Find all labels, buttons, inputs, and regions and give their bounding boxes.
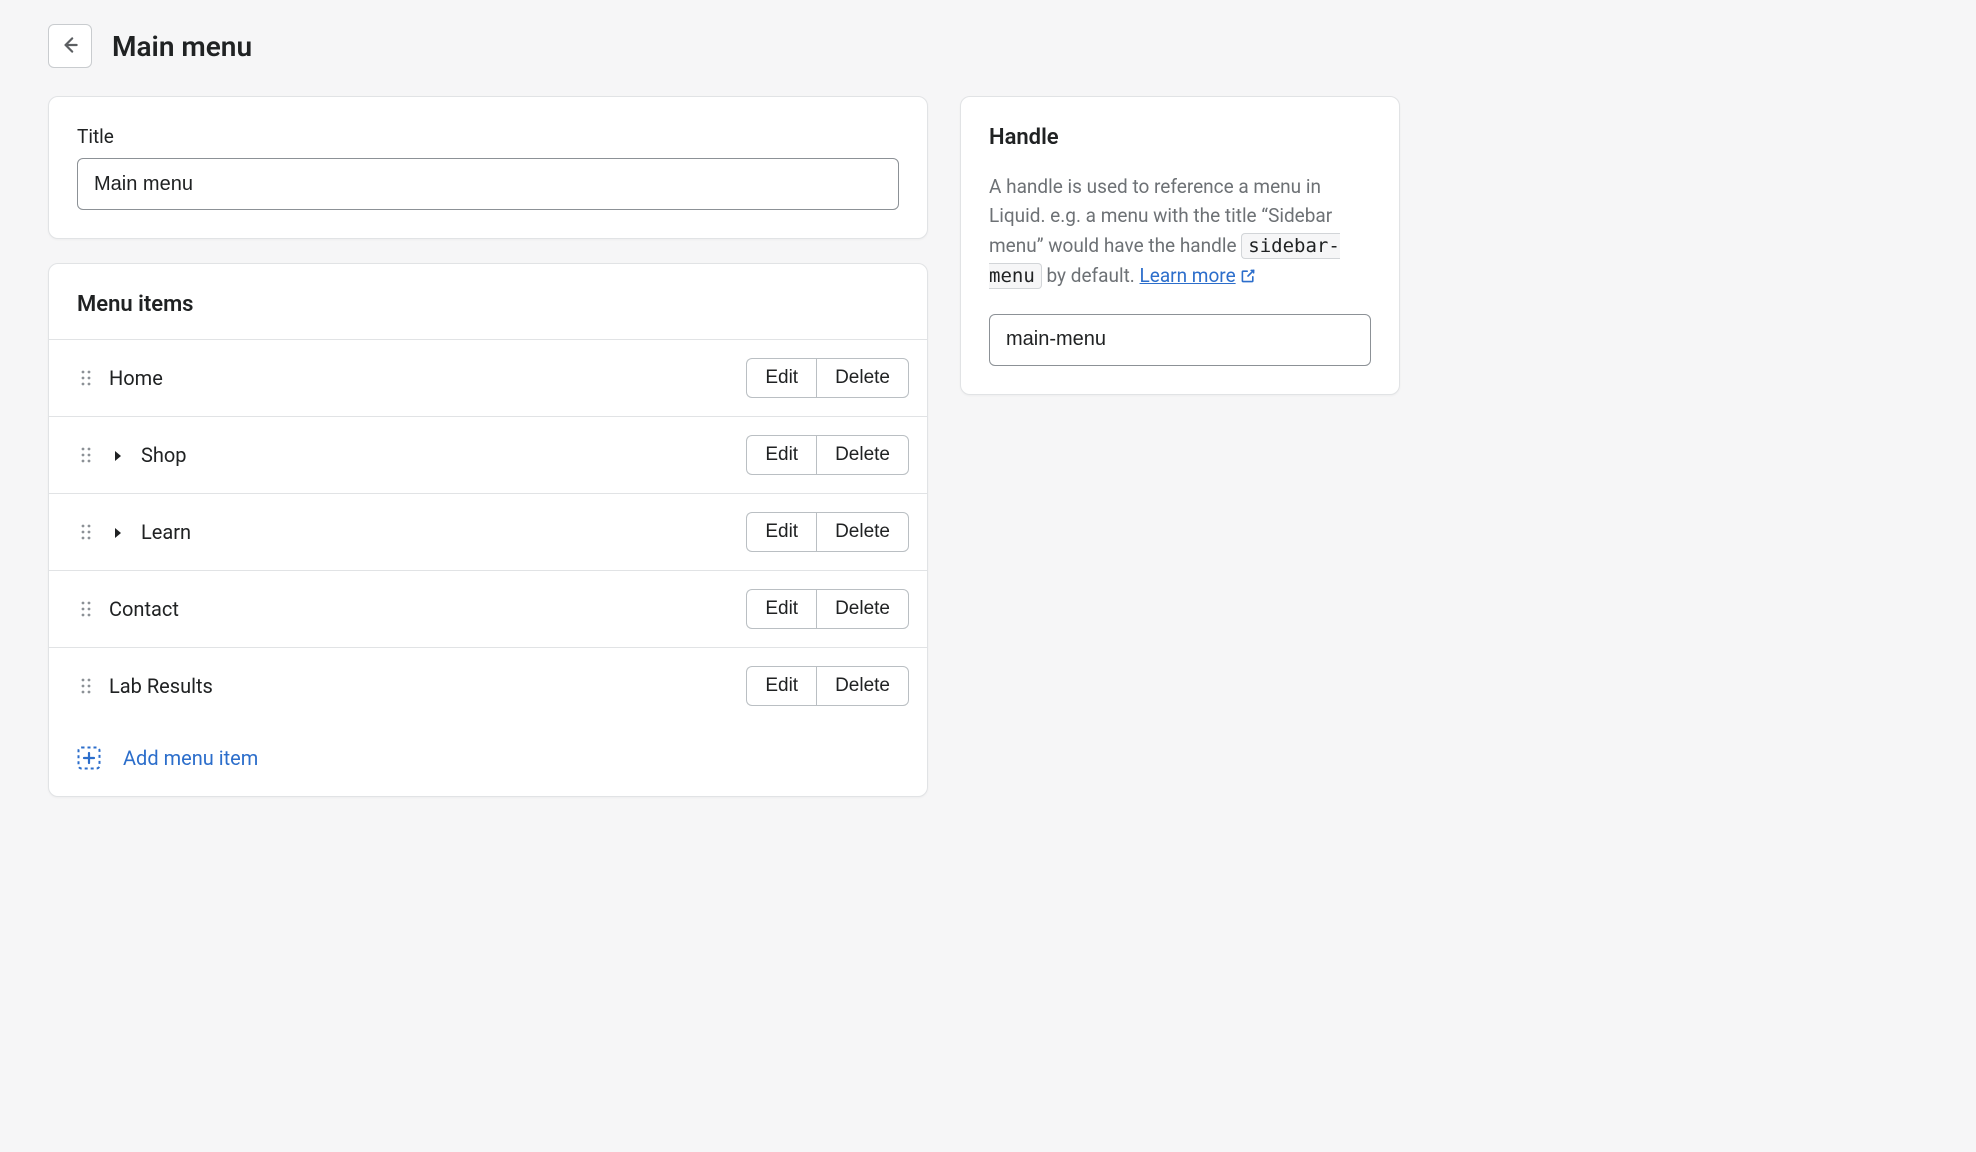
menu-item-actions: Edit Delete	[746, 666, 909, 706]
menu-item-name: Lab Results	[109, 674, 732, 698]
menu-item-actions: Edit Delete	[746, 589, 909, 629]
add-menu-item-label: Add menu item	[123, 746, 258, 770]
title-label: Title	[77, 125, 899, 148]
edit-button[interactable]: Edit	[746, 358, 816, 398]
menu-item-row: Learn Edit Delete	[49, 494, 927, 571]
menu-items-heading: Menu items	[49, 264, 927, 339]
delete-button[interactable]: Delete	[816, 435, 909, 475]
caret-right-icon	[113, 443, 123, 467]
menu-item-row: Shop Edit Delete	[49, 417, 927, 494]
menu-item-name: Contact	[109, 597, 732, 621]
handle-description: A handle is used to reference a menu in …	[989, 172, 1371, 292]
expand-toggle[interactable]	[109, 443, 127, 467]
menu-item-actions: Edit Delete	[746, 358, 909, 398]
external-link-icon	[1236, 264, 1256, 287]
add-dashed-icon	[77, 746, 101, 770]
handle-input[interactable]	[989, 314, 1371, 366]
caret-right-icon	[113, 520, 123, 544]
back-button[interactable]	[48, 24, 92, 68]
menu-item-row: Lab Results Edit Delete	[49, 648, 927, 724]
edit-button[interactable]: Edit	[746, 589, 816, 629]
delete-button[interactable]: Delete	[816, 358, 909, 398]
learn-more-label: Learn more	[1140, 264, 1236, 287]
menu-item-row: Home Edit Delete	[49, 340, 927, 417]
drag-handle-icon[interactable]	[77, 597, 95, 621]
edit-button[interactable]: Edit	[746, 435, 816, 475]
delete-button[interactable]: Delete	[816, 666, 909, 706]
menu-item-actions: Edit Delete	[746, 435, 909, 475]
delete-button[interactable]: Delete	[816, 589, 909, 629]
drag-handle-icon[interactable]	[77, 366, 95, 390]
edit-button[interactable]: Edit	[746, 512, 816, 552]
menu-item-name: Learn	[141, 520, 732, 544]
delete-button[interactable]: Delete	[816, 512, 909, 552]
menu-item-name: Home	[109, 366, 732, 390]
menu-items-list: Home Edit Delete	[49, 339, 927, 724]
handle-desc-text-2: by default.	[1042, 264, 1140, 287]
edit-button[interactable]: Edit	[746, 666, 816, 706]
arrow-left-icon	[59, 34, 81, 59]
handle-heading: Handle	[989, 125, 1371, 150]
menu-item-row: Contact Edit Delete	[49, 571, 927, 648]
title-input[interactable]	[77, 158, 899, 210]
expand-toggle[interactable]	[109, 520, 127, 544]
menu-item-name: Shop	[141, 443, 732, 467]
drag-handle-icon[interactable]	[77, 443, 95, 467]
menu-item-actions: Edit Delete	[746, 512, 909, 552]
add-menu-item-button[interactable]: Add menu item	[49, 724, 927, 796]
learn-more-link[interactable]: Learn more	[1140, 264, 1256, 287]
drag-handle-icon[interactable]	[77, 520, 95, 544]
title-card: Title	[48, 96, 928, 239]
page-title: Main menu	[112, 30, 252, 63]
drag-handle-icon[interactable]	[77, 674, 95, 698]
menu-items-card: Menu items Home Edit Delete	[48, 263, 928, 797]
handle-card: Handle A handle is used to reference a m…	[960, 96, 1400, 395]
page-header: Main menu	[48, 24, 1928, 68]
